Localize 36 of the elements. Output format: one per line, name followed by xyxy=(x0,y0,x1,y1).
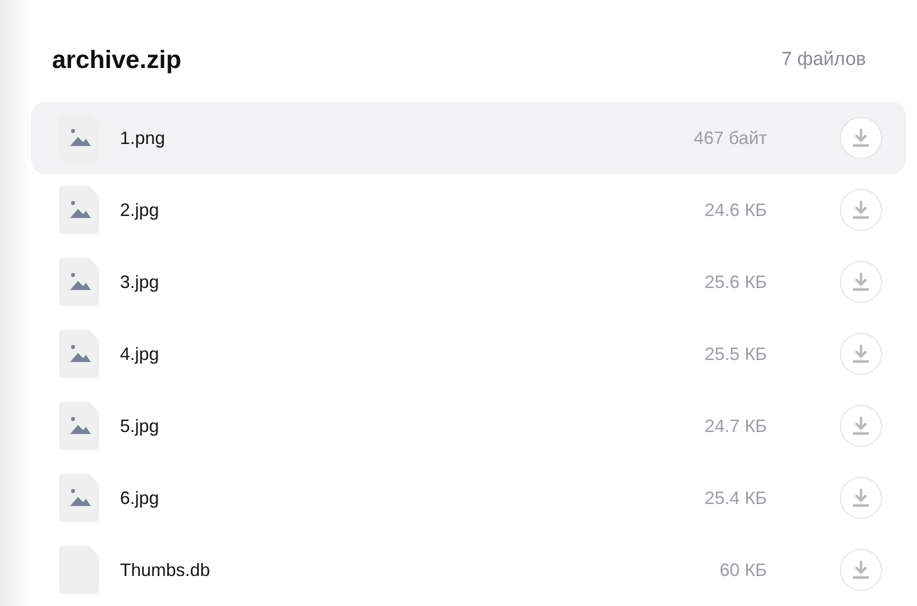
file-name: 6.jpg xyxy=(120,487,160,510)
download-icon xyxy=(851,272,871,292)
image-file-icon xyxy=(59,330,99,378)
file-size: 25.6 КБ xyxy=(704,271,767,294)
file-name: 2.jpg xyxy=(120,199,160,222)
download-icon xyxy=(851,560,871,580)
download-button[interactable] xyxy=(840,477,882,519)
image-file-icon xyxy=(59,474,99,522)
download-button[interactable] xyxy=(840,117,882,159)
file-size: 467 байт xyxy=(694,127,767,150)
download-button[interactable] xyxy=(840,405,882,447)
file-name: 3.jpg xyxy=(120,271,160,294)
file-size: 25.5 КБ xyxy=(704,343,767,366)
download-button[interactable] xyxy=(840,333,882,375)
file-row[interactable]: 1.png 467 байт xyxy=(31,102,906,174)
download-button[interactable] xyxy=(840,189,882,231)
image-file-icon xyxy=(59,402,99,450)
file-name: 4.jpg xyxy=(120,343,160,366)
file-name: Thumbs.db xyxy=(120,559,210,582)
file-size: 24.7 КБ xyxy=(704,415,767,438)
archive-title: archive.zip xyxy=(52,45,182,76)
download-icon xyxy=(851,200,871,220)
image-file-icon xyxy=(59,186,99,234)
download-icon xyxy=(851,488,871,508)
file-name: 1.png xyxy=(120,127,166,150)
download-icon xyxy=(851,128,871,148)
file-size: 60 КБ xyxy=(720,559,767,582)
file-size: 24.6 КБ xyxy=(704,199,767,222)
file-count: 7 файлов xyxy=(781,48,866,72)
download-button[interactable] xyxy=(840,549,882,591)
download-icon xyxy=(851,344,871,364)
image-file-icon xyxy=(59,258,99,306)
file-size: 25.4 КБ xyxy=(704,487,767,510)
file-name: 5.jpg xyxy=(120,415,160,438)
download-icon xyxy=(851,416,871,436)
download-button[interactable] xyxy=(840,261,882,303)
